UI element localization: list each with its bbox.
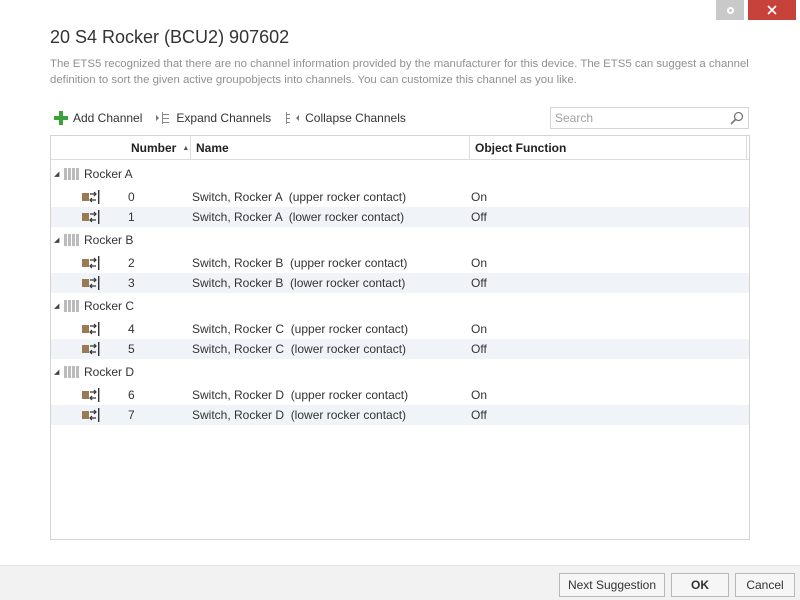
cell-number: 3 [128,276,135,290]
cell-number: 4 [128,322,135,336]
cell-name: Switch, Rocker D (upper rocker contact) [192,388,409,402]
plus-icon [54,111,68,125]
cell-object-function: On [471,322,488,336]
cell-name: Switch, Rocker A (lower rocker contact) [192,210,405,224]
cell-number: 0 [128,190,135,204]
cell-number: 1 [128,210,135,224]
add-channel-button[interactable]: Add Channel [54,111,142,125]
magnifier-icon[interactable] [726,111,748,125]
channel-label: Rocker D [84,365,135,379]
column-header-name[interactable]: Name [191,136,470,160]
collapse-arrow-icon[interactable]: ◢ [54,368,59,376]
cell-number: 2 [128,256,135,270]
channel-label: Rocker C [84,299,135,313]
table-row[interactable]: 5 Switch, Rocker C (lower rocker contact… [51,339,749,359]
table-row[interactable]: 1 Switch, Rocker A (lower rocker contact… [51,207,749,227]
table-row[interactable]: 2 Switch, Rocker B (upper rocker contact… [51,253,749,273]
group-object-icon [82,210,100,227]
table-row[interactable]: 4 Switch, Rocker C (upper rocker contact… [51,319,749,339]
cell-object-function: Off [471,342,487,356]
search-input[interactable] [551,108,726,128]
cell-name: Switch, Rocker C (lower rocker contact) [192,342,407,356]
collapse-arrow-icon[interactable]: ◢ [54,302,59,310]
expand-channels-label: Expand Channels [176,111,272,125]
channel-label: Rocker A [84,167,133,181]
cell-object-function: On [471,190,488,204]
table-row[interactable]: 6 Switch, Rocker D (upper rocker contact… [51,385,749,405]
grid-header: Number ▲ Name Object Function [51,136,749,160]
dialog-description: The ETS5 recognized that there are no ch… [50,58,749,86]
channel-icon [64,233,80,250]
channel-icon [64,167,80,184]
cell-object-function: Off [471,408,487,422]
settings-button[interactable] [716,0,744,20]
collapse-tree-icon [284,111,300,125]
group-object-icon [82,190,100,207]
channel-row[interactable]: ◢ Rocker B [51,227,749,253]
column-header-number[interactable]: Number ▲ [126,136,191,160]
channel-row[interactable]: ◢ Rocker D [51,359,749,385]
search-box [550,107,749,129]
group-object-icon [82,342,100,359]
cell-name: Switch, Rocker B (lower rocker contact) [192,276,406,290]
collapse-channels-label: Collapse Channels [305,111,406,125]
dialog-title: 20 S4 Rocker (BCU2) 907602 [50,27,290,47]
channel-row[interactable]: ◢ Rocker A [51,161,749,187]
channel-label: Rocker B [84,233,134,247]
group-object-icon [82,322,100,339]
next-suggestion-button[interactable]: Next Suggestion [559,573,665,597]
group-object-icon [82,276,100,293]
collapse-arrow-icon[interactable]: ◢ [54,236,59,244]
cell-number: 6 [128,388,135,402]
cell-name: Switch, Rocker C (upper rocker contact) [192,322,409,336]
table-row[interactable]: 3 Switch, Rocker B (lower rocker contact… [51,273,749,293]
grid-rows: ◢ Rocker A 0 Switch, Rocker A (upper roc… [51,161,749,425]
group-object-icon [82,388,100,405]
table-row[interactable]: 7 Switch, Rocker D (lower rocker contact… [51,405,749,425]
close-button[interactable] [748,0,796,20]
channel-icon [64,299,80,316]
dialog-footer: Next Suggestion OK Cancel [0,565,800,600]
expand-channels-button[interactable]: Expand Channels [155,111,271,125]
channel-icon [64,365,80,382]
column-header-object-function[interactable]: Object Function [470,136,747,160]
gear-icon [726,6,734,14]
collapse-channels-button[interactable]: Collapse Channels [284,111,406,125]
group-object-icon [82,408,100,425]
ok-button[interactable]: OK [671,573,729,597]
channel-row[interactable]: ◢ Rocker C [51,293,749,319]
add-channel-label: Add Channel [73,111,143,125]
cell-number: 5 [128,342,135,356]
cell-object-function: Off [471,210,487,224]
close-icon [767,5,777,15]
cell-number: 7 [128,408,135,422]
collapse-arrow-icon[interactable]: ◢ [54,170,59,178]
cell-object-function: On [471,256,488,270]
table-row[interactable]: 0 Switch, Rocker A (upper rocker contact… [51,187,749,207]
toolbar: Add Channel Expand Channels Collapse Cha… [54,109,419,127]
cell-name: Switch, Rocker A (upper rocker contact) [192,190,407,204]
group-object-icon [82,256,100,273]
expand-tree-icon [155,111,171,125]
cell-name: Switch, Rocker D (lower rocker contact) [192,408,407,422]
cell-object-function: Off [471,276,487,290]
cancel-button[interactable]: Cancel [735,573,795,597]
channel-grid: Number ▲ Name Object Function ◢ Rocker A… [50,135,750,540]
sort-ascending-icon: ▲ [182,144,190,152]
cell-object-function: On [471,388,488,402]
cell-name: Switch, Rocker B (upper rocker contact) [192,256,408,270]
